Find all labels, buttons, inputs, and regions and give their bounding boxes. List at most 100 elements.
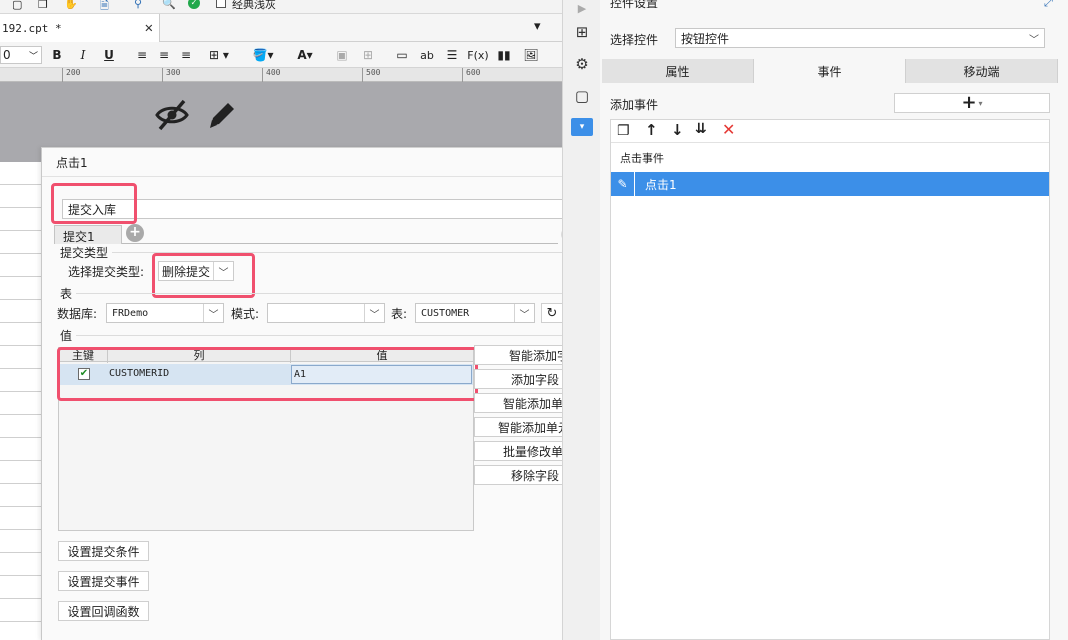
- highlight-box: [51, 183, 137, 224]
- mode-select[interactable]: ﹀: [267, 303, 385, 323]
- sort-icon[interactable]: ⇊: [695, 121, 707, 137]
- database-select[interactable]: FRDemo ﹀: [106, 303, 224, 323]
- font-size-value: 0: [3, 48, 11, 62]
- hand-icon[interactable]: ✋: [64, 0, 78, 10]
- copy-event-icon[interactable]: ❐: [617, 123, 630, 139]
- tab-mobile-label: 移动端: [963, 64, 1000, 79]
- font-color-icon[interactable]: A▾: [290, 46, 320, 64]
- event-item-label: 点击1: [645, 178, 677, 192]
- close-tab-icon[interactable]: ✕: [145, 20, 153, 36]
- event-edit-dialog: 点击1 提交入库 ﹀ 提交1 + ◀ ▶ 提交类型 选择提交类型: 删除提交 ﹀…: [41, 147, 610, 640]
- ruler-tick: 500: [366, 68, 381, 77]
- theme-checkbox-icon[interactable]: [216, 0, 226, 8]
- widget-settings-panel: 控件设置 ⤢ 选择控件 按钮控件 ﹀ 属性 事件 移动端 添加事件 + ▾ ❐ …: [600, 0, 1068, 640]
- hide-eye-icon[interactable]: [154, 98, 190, 132]
- merge-cells-icon[interactable]: ▣: [334, 46, 350, 64]
- document-tab[interactable]: 192.cpt * ✕: [0, 14, 160, 42]
- section-submit-type: 提交类型: [60, 246, 109, 260]
- delete-event-icon[interactable]: ✕: [722, 120, 735, 139]
- ruler-tick: 300: [166, 68, 181, 77]
- tab-events-label: 事件: [817, 64, 842, 79]
- add-tab-icon[interactable]: +: [126, 224, 144, 242]
- align-center-icon[interactable]: ≡: [156, 46, 172, 64]
- ok-icon[interactable]: ✓: [188, 0, 200, 9]
- set-submit-event-button[interactable]: 设置提交事件: [58, 571, 149, 591]
- font-size-select[interactable]: 0 ﹀: [0, 46, 42, 64]
- chevron-down-icon: ▾: [978, 98, 983, 108]
- frame-icon[interactable]: ▢: [572, 86, 592, 106]
- border-icon[interactable]: ⊞ ▾: [204, 46, 234, 64]
- document-tab-bar: 192.cpt * ✕ ▾: [0, 14, 562, 42]
- move-up-icon[interactable]: ↑: [645, 121, 658, 139]
- select-widget-value: 按钮控件: [681, 31, 730, 46]
- tab-menu-icon[interactable]: ▾: [534, 19, 541, 34]
- chevron-down-icon: ﹀: [28, 51, 38, 62]
- tab-mobile[interactable]: 移动端: [906, 59, 1058, 83]
- italic-icon[interactable]: I: [76, 46, 90, 64]
- panel-title: 控件设置: [610, 0, 659, 10]
- chevron-down-icon: ﹀: [203, 304, 223, 322]
- section-table: 表: [60, 287, 73, 301]
- edit-pencil-icon[interactable]: [206, 98, 238, 132]
- highlight-box: [152, 253, 255, 298]
- highlight-box: [57, 347, 478, 401]
- new-icon[interactable]: ▢: [12, 0, 22, 11]
- collapse-panel-icon[interactable]: ⤢: [1044, 0, 1053, 10]
- tab-submit-label: 提交1: [63, 230, 95, 244]
- dialog-title: 点击1: [56, 156, 88, 170]
- search-icon[interactable]: 🔍: [162, 0, 176, 10]
- top-toolbar: ▢ ❐ ✋ 🗎 ⚲ 🔍 ✓ 经典浅灰: [0, 0, 562, 14]
- ruler-tick: 200: [66, 68, 81, 77]
- edit-event-icon[interactable]: ✎: [611, 172, 635, 196]
- mode-label: 模式:: [231, 307, 260, 321]
- tab-properties-label: 属性: [665, 64, 690, 79]
- expand-arrow-icon[interactable]: ▶: [572, 0, 592, 18]
- add-event-label: 添加事件: [610, 98, 659, 112]
- refresh-icon: ↻: [546, 305, 558, 321]
- formula-icon[interactable]: F(x): [467, 46, 488, 64]
- tab-submit-1[interactable]: 提交1: [54, 225, 122, 244]
- text-ab-icon[interactable]: ab: [418, 46, 436, 64]
- ruler-tick: 400: [266, 68, 281, 77]
- horizontal-ruler: 200 300 400 500 600: [0, 68, 562, 82]
- dropdown-widget-icon[interactable]: ▾: [571, 118, 593, 136]
- align-left-icon[interactable]: ≡: [134, 46, 150, 64]
- move-down-icon[interactable]: ↓: [671, 121, 684, 139]
- table-select[interactable]: CUSTOMER ﹀: [415, 303, 535, 323]
- chart-icon[interactable]: ▮▮: [496, 46, 512, 64]
- add-event-button[interactable]: + ▾: [894, 93, 1050, 113]
- format-toolbar: 0 ﹀ B I U ≡ ≡ ≡ ⊞ ▾ 🪣▾ A▾ ▣ ⊞ ▭ ab ☰ F(x…: [0, 42, 562, 68]
- select-widget-dropdown[interactable]: 按钮控件 ﹀: [675, 28, 1045, 48]
- theme-label: 经典浅灰: [232, 0, 276, 11]
- database-value: FRDemo: [112, 307, 149, 319]
- underline-icon[interactable]: U: [102, 46, 116, 64]
- copy-icon[interactable]: ❐: [38, 0, 48, 11]
- fill-color-icon[interactable]: 🪣▾: [248, 46, 278, 64]
- image-icon[interactable]: 🖼: [522, 46, 540, 64]
- set-callback-function-button[interactable]: 设置回调函数: [58, 601, 149, 621]
- tab-properties[interactable]: 属性: [602, 59, 754, 83]
- event-item[interactable]: ✎ 点击1: [611, 172, 1049, 196]
- refresh-button[interactable]: ↻: [541, 303, 563, 323]
- section-value: 值: [60, 329, 73, 343]
- event-group-label: 点击事件: [620, 152, 664, 165]
- split-cells-icon[interactable]: ⊞: [360, 46, 376, 64]
- chevron-down-icon: ﹀: [364, 304, 384, 322]
- set-submit-condition-button[interactable]: 设置提交条件: [58, 541, 149, 561]
- widget-settings-icon[interactable]: ⚙: [572, 54, 592, 74]
- ruler-tick: 600: [466, 68, 481, 77]
- table-label: 表:: [391, 307, 408, 321]
- chevron-down-icon: ﹀: [514, 304, 534, 322]
- select-widget-label: 选择控件: [610, 33, 659, 47]
- database-label: 数据库:: [57, 307, 98, 321]
- tab-events[interactable]: 事件: [754, 59, 906, 83]
- bold-icon[interactable]: B: [50, 46, 64, 64]
- paragraph-icon[interactable]: ☰: [444, 46, 460, 64]
- pin-icon[interactable]: ⚲: [134, 0, 142, 10]
- document-tab-title: 192.cpt *: [2, 21, 62, 35]
- plus-icon: +: [961, 92, 977, 113]
- event-type-select[interactable]: 提交入库 ﹀: [62, 199, 590, 219]
- align-right-icon[interactable]: ≡: [178, 46, 194, 64]
- table-layout-icon[interactable]: ⊞: [572, 22, 592, 42]
- text-field-icon[interactable]: ▭: [394, 46, 410, 64]
